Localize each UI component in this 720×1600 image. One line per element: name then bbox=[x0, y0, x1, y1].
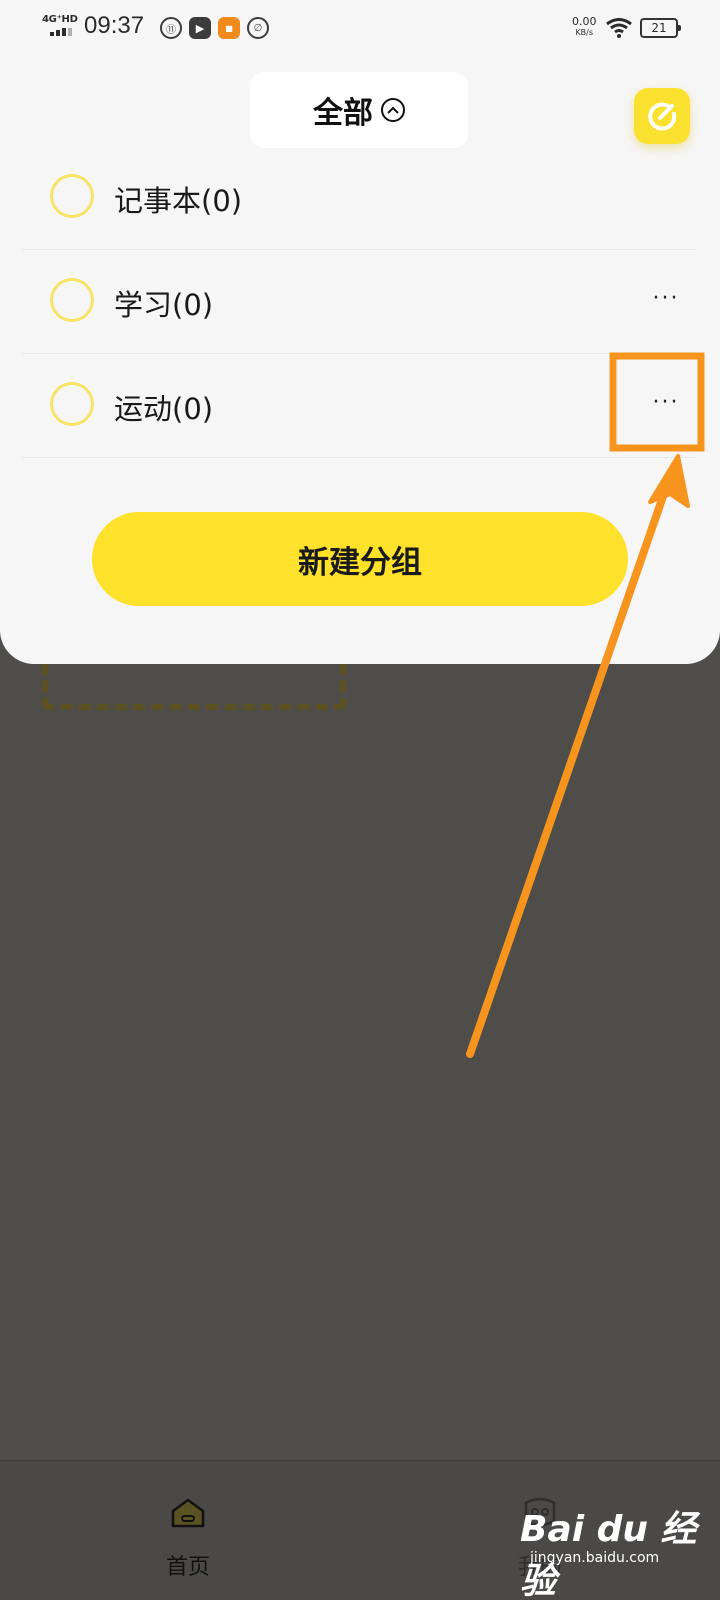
group-radio[interactable] bbox=[50, 382, 94, 426]
wifi-icon bbox=[606, 18, 632, 38]
group-filter-dropdown[interactable]: 全部 bbox=[250, 72, 468, 148]
baidu-jingyan-watermark: Bai du 经验 jingyan.baidu.com bbox=[520, 1488, 710, 1600]
group-item-sports[interactable]: 运动(0) ··· bbox=[22, 352, 696, 458]
filter-label: 全部 bbox=[313, 96, 373, 131]
network-speed: 0.00 KB/s bbox=[572, 15, 597, 37]
sync-icon: ∅ bbox=[247, 17, 269, 39]
network-type: 4G⁺HD bbox=[42, 14, 78, 25]
group-item-study[interactable]: 学习(0) ··· bbox=[22, 248, 696, 354]
news-app-icon: ■ bbox=[218, 17, 240, 39]
watermark-url: jingyan.baidu.com bbox=[530, 1550, 660, 1566]
edit-icon bbox=[648, 102, 677, 131]
clock: 09:37 bbox=[84, 12, 145, 39]
more-options-button[interactable]: ··· bbox=[646, 286, 686, 316]
group-radio[interactable] bbox=[50, 278, 94, 322]
notification-icons: ⑪ ▶ ■ ∅ bbox=[160, 17, 269, 39]
nav-label: 首页 bbox=[165, 1555, 210, 1580]
battery-indicator: 21 bbox=[640, 18, 681, 38]
nav-item-home[interactable]: 首页 bbox=[88, 1461, 288, 1600]
network-indicator: 4G⁺HD bbox=[42, 14, 80, 40]
app-notification-icon: ⑪ bbox=[160, 17, 182, 39]
group-item-notebook[interactable]: 记事本(0) bbox=[22, 144, 696, 250]
group-radio[interactable] bbox=[50, 174, 94, 218]
signal-icon bbox=[50, 28, 72, 36]
home-icon bbox=[171, 1498, 205, 1528]
edit-button[interactable] bbox=[634, 88, 690, 144]
status-bar: 4G⁺HD 09:37 ⑪ ▶ ■ ∅ 0.00 KB/s 21 bbox=[0, 0, 720, 56]
group-name: 学习(0) bbox=[114, 288, 214, 322]
group-name: 运动(0) bbox=[114, 392, 214, 426]
more-options-button[interactable]: ··· bbox=[646, 390, 686, 420]
new-group-button[interactable]: 新建分组 bbox=[92, 512, 628, 606]
group-name: 记事本(0) bbox=[114, 184, 243, 218]
video-app-icon: ▶ bbox=[189, 17, 211, 39]
group-dropdown-panel: 4G⁺HD 09:37 ⑪ ▶ ■ ∅ 0.00 KB/s 21 全部 记事本(… bbox=[0, 0, 720, 664]
chevron-up-circle-icon bbox=[381, 98, 405, 122]
